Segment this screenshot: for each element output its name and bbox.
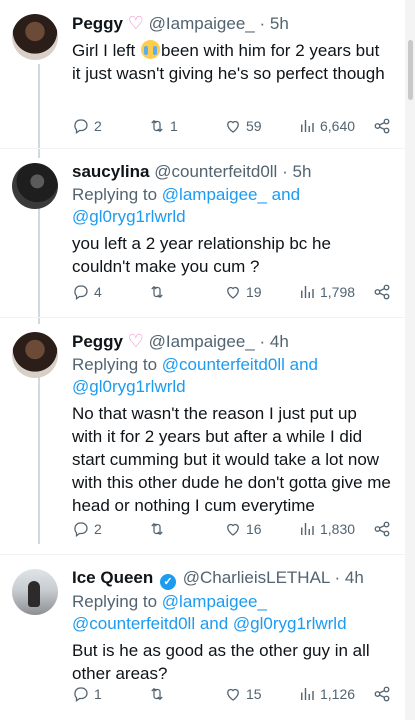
separator-dot: · bbox=[259, 14, 266, 33]
replying-to: Replying to @lampaigee_ and @gl0ryg1rlwr… bbox=[72, 185, 301, 226]
pink-heart-emoji: ♡ bbox=[127, 331, 144, 351]
timestamp[interactable]: 4h bbox=[270, 332, 289, 351]
view-count: 1,126 bbox=[320, 686, 356, 702]
views-icon bbox=[301, 523, 314, 535]
like-count: 15 bbox=[246, 686, 262, 702]
reply-button[interactable]: 2 bbox=[72, 520, 102, 538]
reply-icon bbox=[74, 119, 88, 135]
reply-icon bbox=[74, 285, 88, 301]
tweet[interactable]: saucylina @counterfeitd0ll · 5h Replying… bbox=[0, 149, 405, 318]
timestamp[interactable]: 4h bbox=[345, 568, 364, 587]
avatar[interactable] bbox=[12, 569, 58, 615]
reply-button[interactable]: 4 bbox=[72, 283, 102, 301]
like-icon bbox=[227, 688, 239, 701]
like-count: 59 bbox=[246, 118, 262, 134]
avatar[interactable] bbox=[12, 332, 58, 378]
retweet-button[interactable] bbox=[148, 520, 170, 538]
share-button[interactable] bbox=[373, 283, 391, 301]
like-button[interactable]: 15 bbox=[224, 685, 262, 703]
like-button[interactable]: 19 bbox=[224, 283, 262, 301]
timestamp[interactable]: 5h bbox=[270, 14, 289, 33]
retweet-icon bbox=[151, 687, 163, 701]
retweet-button[interactable] bbox=[148, 685, 170, 703]
tweet-actions: 4 19 1,798 bbox=[72, 283, 391, 303]
view-count: 1,830 bbox=[320, 521, 356, 537]
reply-thread: Peggy ♡ @Iampaigee_ · 5h Girl I left bee… bbox=[0, 0, 405, 720]
tweet-header: Peggy ♡ @Iampaigee_ · 4h bbox=[72, 330, 391, 353]
like-icon bbox=[227, 286, 239, 299]
reply-icon bbox=[74, 522, 88, 538]
view-count: 1,798 bbox=[320, 284, 356, 300]
user-handle[interactable]: @counterfeitd0ll bbox=[154, 162, 277, 181]
views-icon bbox=[301, 120, 314, 132]
tweet-actions: 2 16 1,830 bbox=[72, 520, 391, 540]
replying-to: Replying to @counterfeitd0ll and @gl0ryg… bbox=[72, 355, 318, 396]
share-button[interactable] bbox=[373, 520, 391, 538]
tweet-header: Peggy ♡ @Iampaigee_ · 5h bbox=[72, 12, 391, 35]
share-icon bbox=[374, 521, 390, 537]
tweet-text: Girl I left been with him for 2 years bu… bbox=[72, 40, 385, 83]
retweet-button[interactable] bbox=[148, 283, 170, 301]
pink-heart-emoji: ♡ bbox=[127, 13, 144, 33]
tweet-actions: 1 15 1,126 bbox=[72, 685, 391, 705]
scrollbar[interactable] bbox=[405, 0, 415, 720]
display-name[interactable]: saucylina bbox=[72, 162, 150, 181]
tweet-text: But is he as good as the other guy in al… bbox=[72, 641, 370, 683]
reply-count: 4 bbox=[94, 284, 102, 300]
user-handle[interactable]: @Iampaigee_ bbox=[149, 14, 255, 33]
like-icon bbox=[227, 523, 239, 536]
user-handle[interactable]: @Iampaigee_ bbox=[149, 332, 255, 351]
tweet[interactable]: Ice Queen ✓ @CharlieisLETHAL · 4h Replyi… bbox=[0, 555, 405, 720]
views-button[interactable]: 6,640 bbox=[298, 117, 355, 135]
reply-count: 2 bbox=[94, 521, 102, 537]
retweet-icon bbox=[151, 285, 163, 299]
views-icon bbox=[301, 688, 314, 700]
retweet-count: 1 bbox=[170, 118, 178, 134]
like-button[interactable]: 59 bbox=[224, 117, 262, 135]
scrollbar-thumb[interactable] bbox=[408, 40, 413, 100]
views-button[interactable]: 1,126 bbox=[298, 685, 355, 703]
reply-icon bbox=[74, 687, 88, 703]
like-count: 16 bbox=[246, 521, 262, 537]
tweet[interactable]: Peggy ♡ @Iampaigee_ · 4h Replying to @co… bbox=[0, 318, 405, 555]
avatar[interactable] bbox=[12, 163, 58, 209]
reply-count: 2 bbox=[94, 118, 102, 134]
share-button[interactable] bbox=[373, 685, 391, 703]
tweet-header: saucylina @counterfeitd0ll · 5h bbox=[72, 161, 391, 183]
tweet-text: No that wasn't the reason I just put up … bbox=[72, 404, 391, 515]
tweet-text: you left a 2 year relationship bc he cou… bbox=[72, 234, 331, 276]
share-icon bbox=[374, 686, 390, 702]
timestamp[interactable]: 5h bbox=[292, 162, 311, 181]
retweet-button[interactable]: 1 bbox=[148, 117, 178, 135]
tweet-header: Ice Queen ✓ @CharlieisLETHAL · 4h bbox=[72, 567, 391, 590]
tweet[interactable]: Peggy ♡ @Iampaigee_ · 5h Girl I left bee… bbox=[0, 0, 405, 149]
like-count: 19 bbox=[246, 284, 262, 300]
user-handle[interactable]: @CharlieisLETHAL bbox=[183, 568, 330, 587]
retweet-icon bbox=[151, 119, 163, 133]
reply-count: 1 bbox=[94, 686, 102, 702]
separator-dot: · bbox=[259, 332, 266, 351]
retweet-icon bbox=[151, 522, 163, 536]
reply-button[interactable]: 1 bbox=[72, 685, 102, 703]
avatar[interactable] bbox=[12, 14, 58, 60]
view-count: 6,640 bbox=[320, 118, 356, 134]
views-button[interactable]: 1,830 bbox=[298, 520, 355, 538]
tweet-actions: 2 1 59 6,640 bbox=[72, 117, 391, 137]
display-name[interactable]: Peggy bbox=[72, 332, 123, 351]
separator-dot: · bbox=[282, 162, 288, 181]
share-button[interactable] bbox=[373, 117, 391, 135]
display-name[interactable]: Ice Queen bbox=[72, 568, 153, 587]
display-name[interactable]: Peggy bbox=[72, 14, 123, 33]
views-icon bbox=[301, 286, 314, 298]
loudly-crying-face-emoji bbox=[141, 40, 161, 59]
share-icon bbox=[374, 284, 390, 300]
like-button[interactable]: 16 bbox=[224, 520, 262, 538]
share-icon bbox=[374, 118, 390, 134]
replying-to: Replying to @lampaigee_ @counterfeitd0ll… bbox=[72, 592, 347, 633]
verified-badge-icon: ✓ bbox=[160, 574, 176, 590]
views-button[interactable]: 1,798 bbox=[298, 283, 355, 301]
like-icon bbox=[227, 120, 239, 133]
separator-dot: · bbox=[334, 568, 341, 587]
reply-button[interactable]: 2 bbox=[72, 117, 102, 135]
